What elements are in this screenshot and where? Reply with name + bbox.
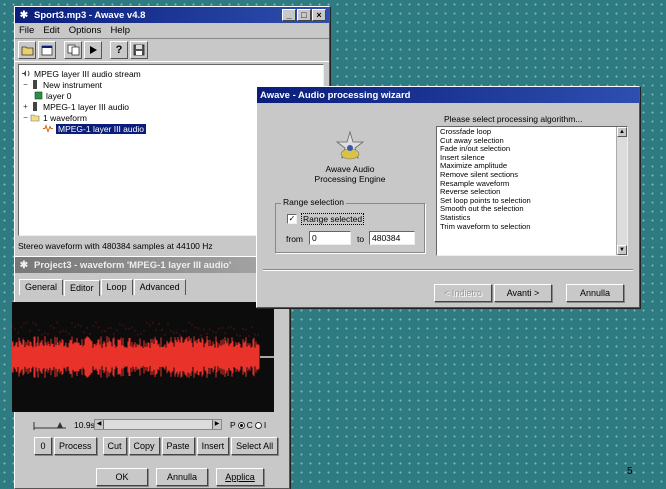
tree-item-label: 1 waveform: [43, 112, 87, 123]
main-window-title: Sport3.mp3 - Awave v4.8: [34, 9, 146, 21]
range-selection-legend: Range selection: [281, 197, 346, 207]
copy-button[interactable]: Copy: [128, 437, 160, 455]
algorithm-list-header: Please select processing algorithm...: [444, 114, 583, 124]
zoom-value: 10.9s: [74, 420, 95, 430]
minimize-button[interactable]: _: [282, 9, 296, 21]
cut-button[interactable]: Cut: [102, 437, 127, 455]
range-checkbox[interactable]: ✓: [287, 214, 297, 224]
from-label: from: [286, 234, 303, 244]
paste-button[interactable]: Paste: [161, 437, 195, 455]
waveform-trace: [11, 321, 274, 378]
insert-button[interactable]: Insert: [196, 437, 230, 455]
to-label: to: [357, 234, 365, 244]
waveform-window-titlebar[interactable]: ✱ Project3 - waveform 'MPEG-1 layer III …: [15, 257, 289, 273]
menu-help[interactable]: Help: [110, 25, 130, 36]
dialog-button-row: OK Annulla Applica: [96, 468, 266, 486]
range-checkbox-label: Range selected: [301, 213, 365, 225]
main-window-titlebar[interactable]: ✱ Sport3.mp3 - Awave v4.8 _ □ ×: [15, 7, 329, 23]
app-icon: ✱: [19, 259, 29, 271]
zoom-slider-icon[interactable]: [32, 418, 68, 432]
cancel-button[interactable]: Annulla: [156, 468, 208, 486]
tree-item-label: New instrument: [43, 79, 103, 90]
option-p[interactable]: P: [230, 420, 236, 430]
tree-item-label: MPEG layer III audio stream: [34, 68, 141, 79]
help-icon[interactable]: ?: [110, 41, 128, 59]
window-icon[interactable]: [38, 41, 56, 59]
tree-item[interactable]: MPEG layer III audio stream: [21, 68, 321, 79]
copy-icon[interactable]: [64, 41, 82, 59]
expand-icon[interactable]: +: [21, 102, 30, 111]
menu-edit[interactable]: Edit: [43, 25, 59, 36]
next-button[interactable]: Avanti >: [494, 284, 552, 302]
menu-options[interactable]: Options: [69, 25, 102, 36]
menubar: File Edit Options Help: [15, 23, 329, 38]
engine-star-icon: [335, 130, 365, 160]
algorithm-list[interactable]: Crossfade loop Cut away selection Fade i…: [436, 126, 628, 256]
edit-button-row: 0 Process Cut Copy Paste Insert Select A…: [34, 437, 280, 455]
zoom-row: 10.9s ◀ ▶ P C I: [32, 418, 290, 432]
select-all-button[interactable]: Select All: [231, 437, 279, 455]
waveform-icon: [43, 124, 53, 133]
open-folder-icon[interactable]: [18, 41, 36, 59]
audio-icon: [30, 102, 40, 111]
ok-button[interactable]: OK: [96, 468, 148, 486]
tab-general[interactable]: General: [19, 279, 64, 295]
collapse-icon[interactable]: −: [21, 113, 30, 122]
instrument-icon: [30, 80, 40, 89]
status-bar: Stereo waveform with 480384 samples at 4…: [18, 241, 213, 251]
stream-icon: [21, 69, 31, 78]
wizard-titlebar[interactable]: Awave - Audio processing wizard: [257, 87, 639, 103]
zero-button[interactable]: 0: [34, 437, 52, 455]
waveform-graph: [11, 321, 274, 378]
option-c[interactable]: C: [247, 420, 253, 430]
page-number: 5: [627, 466, 633, 477]
process-button[interactable]: Process: [54, 437, 97, 455]
app-icon: ✱: [19, 9, 29, 21]
tab-editor[interactable]: Editor: [64, 280, 100, 296]
tree-item-label-selected: MPEG-1 layer III audio: [56, 123, 146, 134]
tab-loop[interactable]: Loop: [100, 279, 133, 295]
folder-icon: [30, 113, 40, 122]
apply-button[interactable]: Applica: [216, 468, 264, 486]
radio-icon[interactable]: [254, 421, 262, 429]
engine-logo: [330, 130, 370, 166]
to-field[interactable]: 480384: [369, 231, 415, 245]
scroll-up-icon[interactable]: ▲: [617, 127, 627, 137]
range-checkbox-row[interactable]: ✓ Range selected: [287, 213, 365, 225]
back-button[interactable]: < Indietro: [434, 284, 492, 302]
vertical-scrollbar[interactable]: ▲ ▼: [616, 127, 627, 255]
tab-advanced[interactable]: Advanced: [133, 279, 186, 295]
engine-label: Awave Audio Processing Engine: [314, 164, 386, 184]
collapse-icon[interactable]: −: [21, 80, 30, 89]
wizard-separator: [263, 269, 633, 271]
horizontal-scrollbar[interactable]: ◀ ▶: [94, 419, 222, 430]
toolbar: ?: [15, 38, 329, 62]
close-button[interactable]: ×: [312, 9, 326, 21]
radio-selected-icon[interactable]: [237, 421, 245, 429]
tree-item-label: layer 0: [46, 90, 72, 101]
maximize-button[interactable]: □: [297, 9, 311, 21]
menu-file[interactable]: File: [19, 25, 34, 36]
wizard-title: Awave - Audio processing wizard: [260, 89, 411, 101]
wizard-cancel-button[interactable]: Annulla: [566, 284, 624, 302]
list-item[interactable]: Trim waveform to selection: [439, 222, 625, 232]
play-icon[interactable]: [84, 41, 102, 59]
waveform-display[interactable]: [11, 302, 274, 412]
range-selection-group: [275, 203, 425, 253]
option-i[interactable]: I: [264, 420, 266, 430]
waveform-window-title: Project3 - waveform 'MPEG-1 layer III au…: [34, 259, 232, 271]
editor-tabs: General Editor Loop Advanced: [15, 273, 289, 296]
from-field[interactable]: 0: [309, 231, 351, 245]
layer-icon: [33, 91, 43, 100]
tree-item-label: MPEG-1 layer III audio: [43, 101, 129, 112]
save-icon[interactable]: [130, 41, 148, 59]
channel-options: P C I: [230, 420, 266, 430]
scroll-down-icon[interactable]: ▼: [617, 245, 627, 255]
